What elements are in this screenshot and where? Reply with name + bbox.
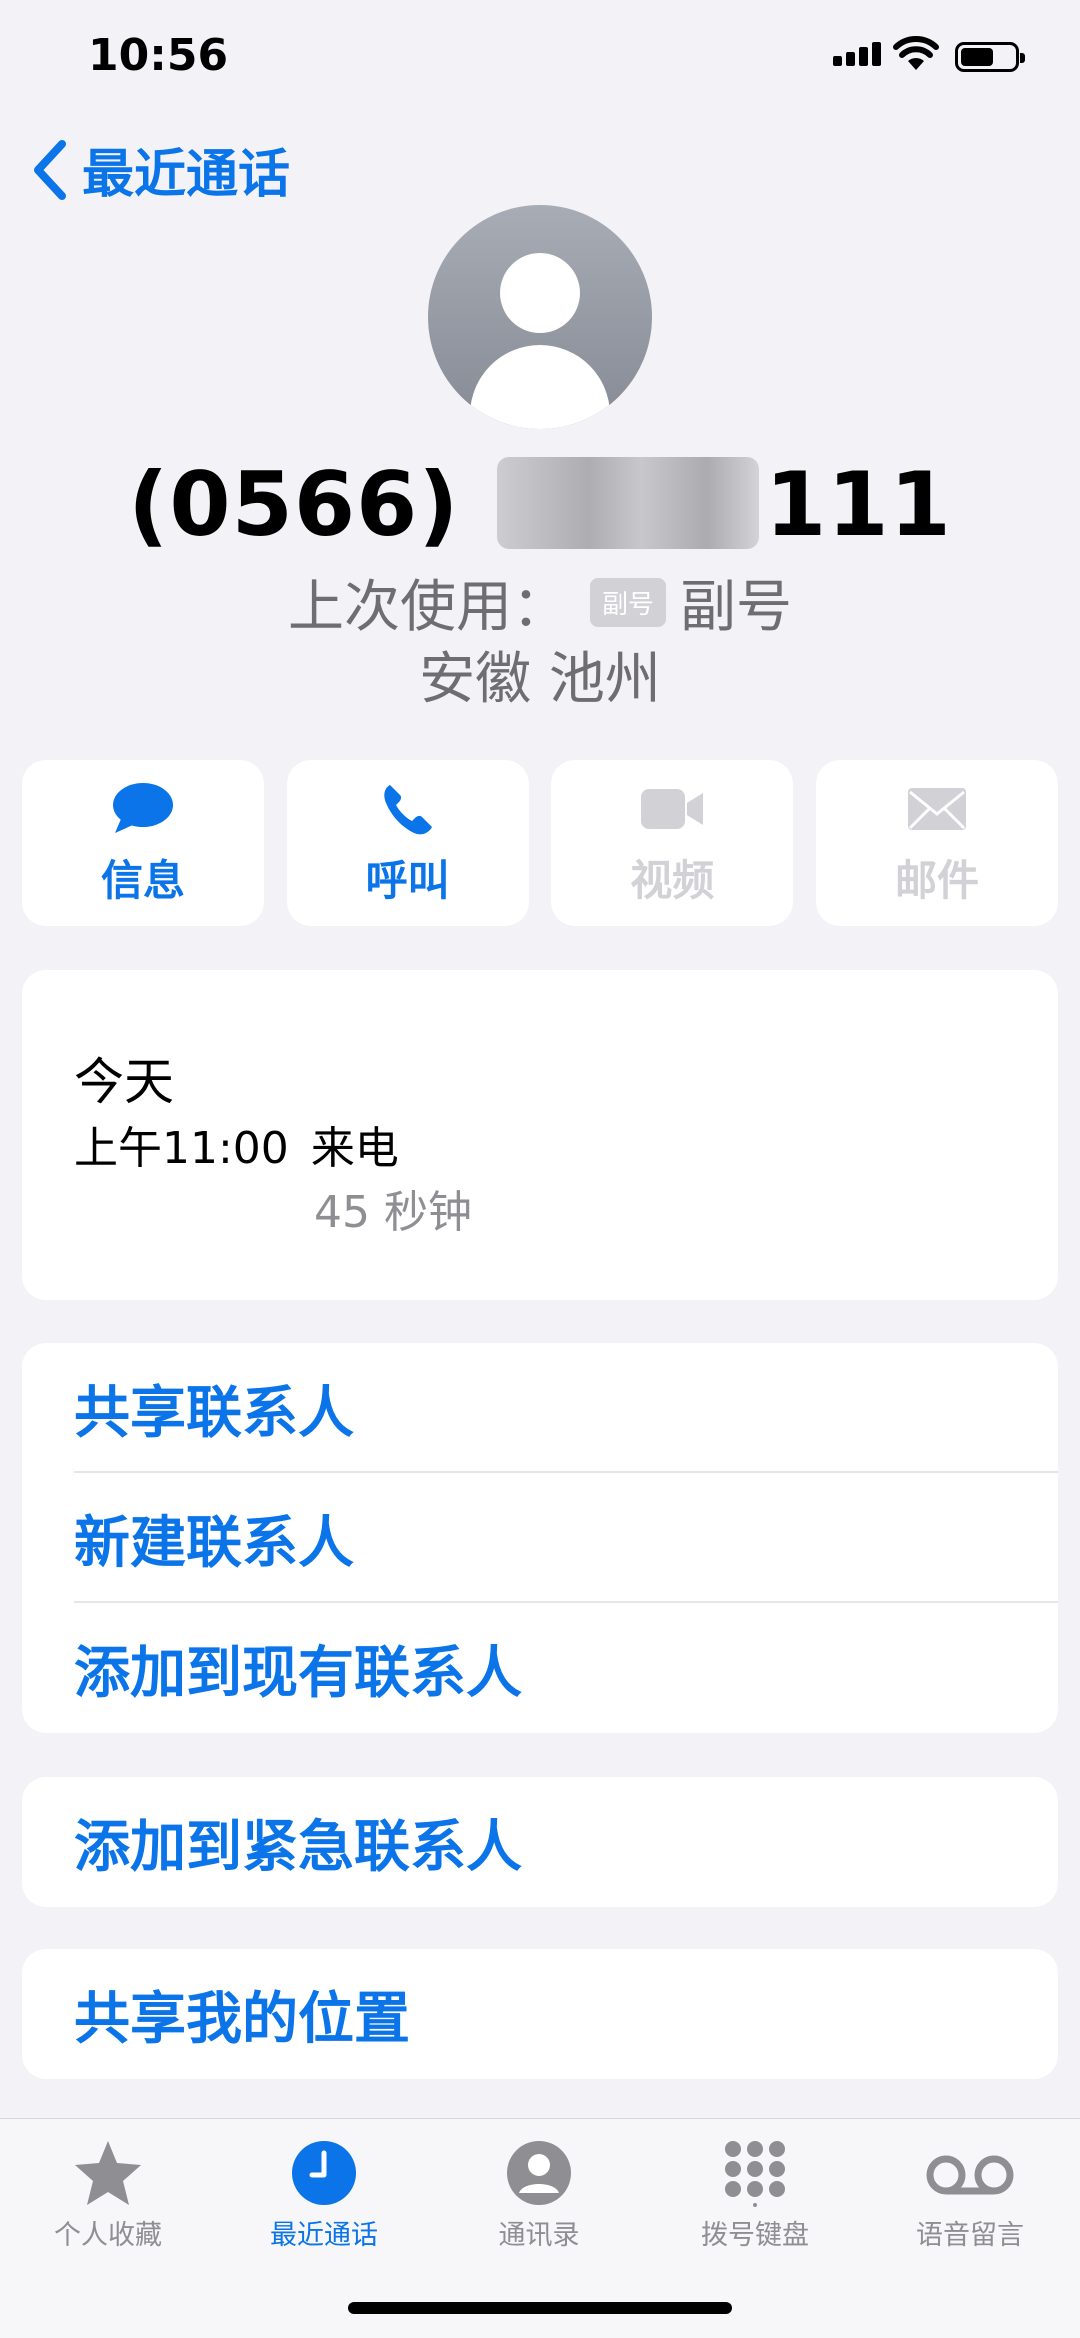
contact-options-group: 共享联系人 新建联系人 添加到现有联系人 (22, 1343, 1058, 1733)
share-contact-button[interactable]: 共享联系人 (22, 1343, 1058, 1473)
back-button[interactable]: 最近通话 (30, 132, 290, 207)
star-icon (75, 2141, 141, 2205)
tab-voicemail-label: 语音留言 (916, 2220, 1024, 2251)
phone-number: (0566) 111 (0, 453, 1080, 556)
tab-favorites-label: 个人收藏 (54, 2220, 162, 2251)
tab-favorites[interactable]: 个人收藏 (28, 2139, 188, 2252)
mail-button[interactable]: 邮件 (815, 760, 1058, 926)
phone-number-prefix: (0566) (128, 453, 492, 556)
number-location: 安徽 池州 (419, 647, 661, 712)
new-contact-button[interactable]: 新建联系人 (22, 1473, 1058, 1603)
contacts-icon (507, 2141, 571, 2205)
line-name: 副号 (680, 575, 792, 640)
call-label: 呼叫 (365, 855, 450, 905)
emergency-options-group: 添加到紧急联系人 (22, 1777, 1058, 1907)
keypad-icon (725, 2141, 785, 2207)
clock-icon (292, 2141, 356, 2205)
tab-recents-label: 最近通话 (270, 2220, 378, 2251)
tab-contacts[interactable]: 通讯录 (459, 2139, 619, 2252)
video-label: 视频 (630, 855, 715, 905)
avatar (428, 205, 652, 429)
cellular-signal-icon (833, 42, 881, 66)
phone-icon (383, 784, 432, 834)
last-used-label: 上次使用： (287, 575, 568, 640)
history-type: 来电 (310, 1123, 399, 1174)
home-indicator[interactable] (348, 2302, 732, 2314)
tab-voicemail[interactable]: 语音留言 (890, 2139, 1050, 2252)
share-my-location-button[interactable]: 共享我的位置 (22, 1949, 1058, 2079)
add-to-existing-contact-button[interactable]: 添加到现有联系人 (22, 1603, 1058, 1733)
video-camera-icon (641, 788, 704, 829)
envelope-icon (907, 787, 966, 830)
add-to-emergency-contacts-button[interactable]: 添加到紧急联系人 (22, 1777, 1058, 1907)
back-label: 最近通话 (82, 145, 291, 205)
tab-keypad-label: 拨号键盘 (701, 2220, 809, 2251)
line-badge: 副号 (589, 578, 666, 627)
tab-recents[interactable]: 最近通话 (244, 2139, 404, 2252)
tab-contacts-label: 通讯录 (498, 2220, 580, 2251)
video-button[interactable]: 视频 (551, 760, 794, 926)
history-day: 今天 (74, 1053, 174, 1111)
message-bubble-icon (113, 782, 173, 833)
history-time: 上午11:00 (74, 1123, 289, 1174)
status-time: 10:56 (88, 30, 229, 81)
action-buttons: 信息 呼叫 视频 邮件 (22, 760, 1058, 926)
redacted-digits (497, 457, 760, 549)
message-label: 信息 (100, 855, 185, 905)
battery-icon (955, 42, 1025, 72)
mail-label: 邮件 (894, 855, 979, 905)
tab-keypad[interactable]: 拨号键盘 (675, 2139, 835, 2252)
history-entry: 上午11:00 来电 (74, 1112, 399, 1176)
message-button[interactable]: 信息 (22, 760, 264, 926)
call-history-card: 今天 上午11:00 来电 45 秒钟 (22, 970, 1058, 1300)
call-button[interactable]: 呼叫 (286, 760, 529, 926)
voicemail-icon (926, 2155, 1014, 2195)
history-duration: 45 秒钟 (314, 1187, 472, 1238)
chevron-left-icon (34, 139, 66, 200)
location-options-group: 共享我的位置 (22, 1949, 1058, 2079)
phone-number-suffix: 111 (765, 453, 952, 556)
wifi-icon (893, 36, 939, 76)
last-used-line: 上次使用： 副号 副号 (0, 562, 1080, 643)
